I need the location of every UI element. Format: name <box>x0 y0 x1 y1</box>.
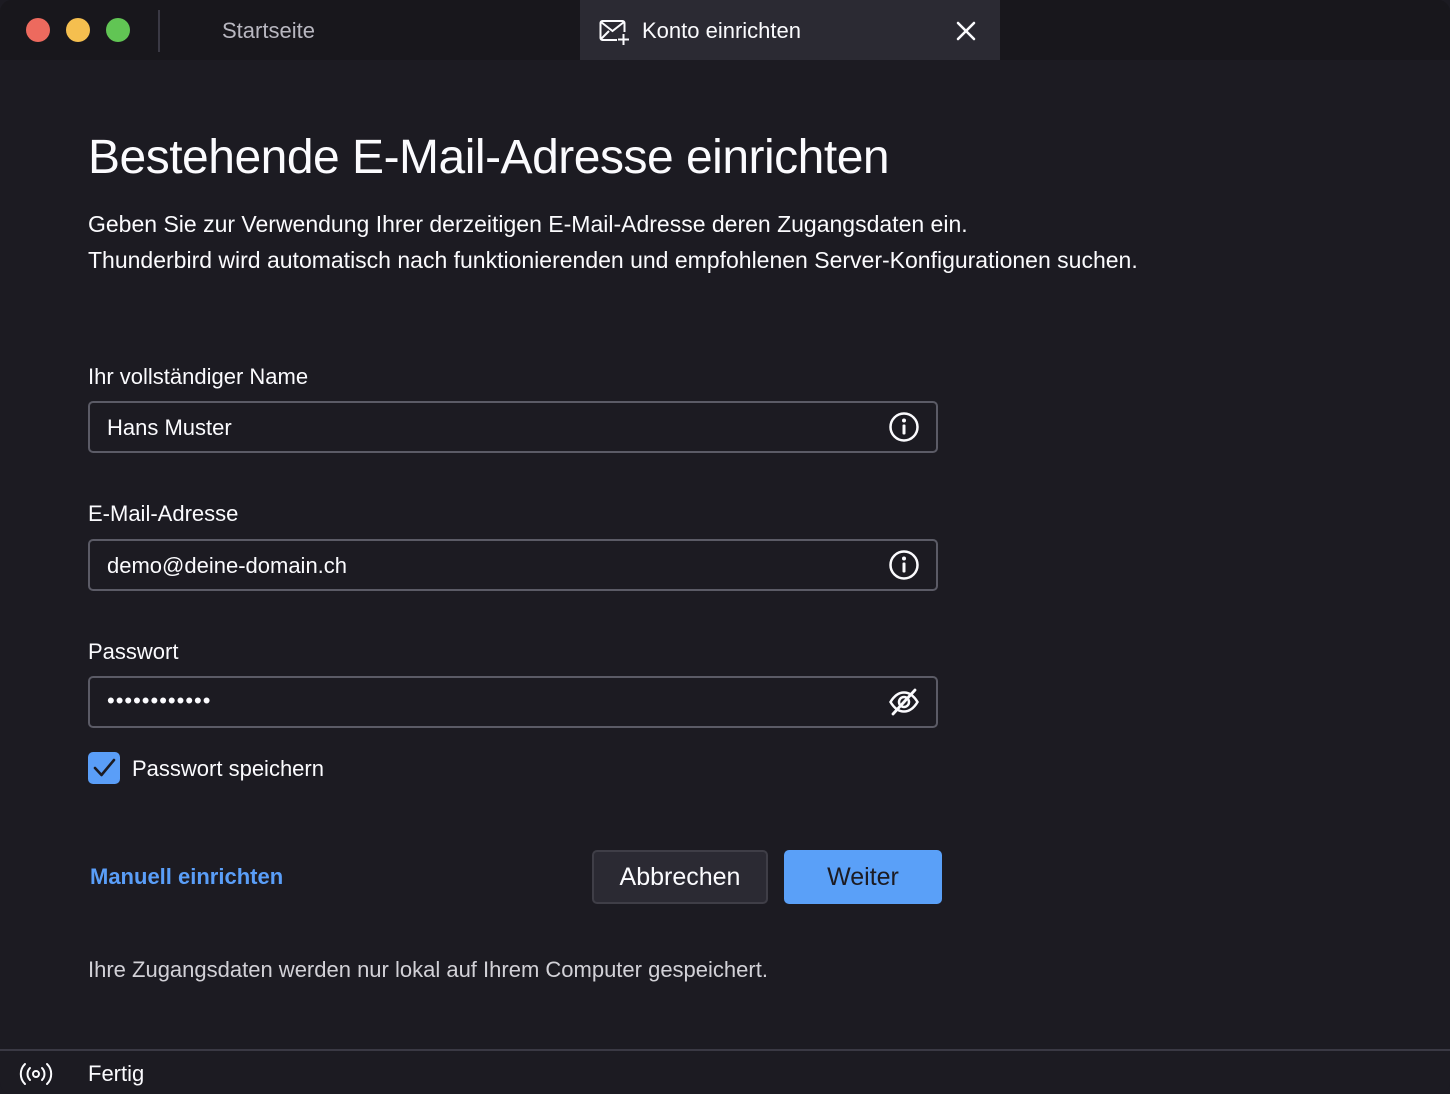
password-label: Passwort <box>88 639 179 664</box>
close-icon[interactable] <box>954 19 978 43</box>
password-value: •••••••••••• <box>107 688 212 713</box>
email-label: E-Mail-Adresse <box>88 501 239 526</box>
status-bar: Fertig <box>0 1049 1450 1094</box>
eye-slash-icon[interactable] <box>888 686 920 718</box>
manual-setup-link[interactable]: Manuell einrichten <box>90 864 283 890</box>
window-minimize-button[interactable] <box>66 18 90 42</box>
tab-bar: Startseite Konto einrichten <box>0 0 1450 60</box>
intro-line-2: Thunderbird wird automatisch nach funkti… <box>88 247 1138 273</box>
name-value: Hans Muster <box>107 415 232 440</box>
mail-setup-icon <box>599 20 630 45</box>
window-zoom-button[interactable] <box>106 18 130 42</box>
intro-text: Geben Sie zur Verwendung Ihrer derzeitig… <box>88 206 1138 278</box>
window-close-button[interactable] <box>26 18 50 42</box>
cancel-button[interactable]: Abbrechen <box>592 850 768 904</box>
status-text: Fertig <box>88 1061 145 1086</box>
email-value: demo@deine-domain.ch <box>107 553 348 578</box>
remember-password-label[interactable]: Passwort speichern <box>132 756 324 782</box>
page-title: Bestehende E-Mail-Adresse einrichten <box>88 131 890 184</box>
remember-password-checkbox[interactable] <box>88 752 120 784</box>
tab-divider <box>158 10 160 52</box>
intro-line-1: Geben Sie zur Verwendung Ihrer derzeitig… <box>88 211 968 237</box>
privacy-note: Ihre Zugangsdaten werden nur lokal auf I… <box>88 957 768 982</box>
info-icon[interactable] <box>888 411 920 443</box>
info-icon[interactable] <box>888 549 920 581</box>
tab-startseite[interactable]: Startseite <box>222 18 315 44</box>
name-label: Ihr vollständiger Name <box>88 364 309 389</box>
checkmark-icon <box>93 758 116 777</box>
name-field[interactable]: Hans Muster <box>88 401 938 453</box>
email-field[interactable]: demo@deine-domain.ch <box>88 539 938 591</box>
tab-konto-einrichten[interactable]: Konto einrichten <box>580 0 1000 60</box>
app-window: Startseite Konto einrichten Bestehende E… <box>0 0 1450 1094</box>
tab-label: Konto einrichten <box>642 18 801 43</box>
next-button[interactable]: Weiter <box>784 850 942 904</box>
broadcast-icon <box>19 1063 53 1085</box>
password-field[interactable]: •••••••••••• <box>88 676 938 728</box>
